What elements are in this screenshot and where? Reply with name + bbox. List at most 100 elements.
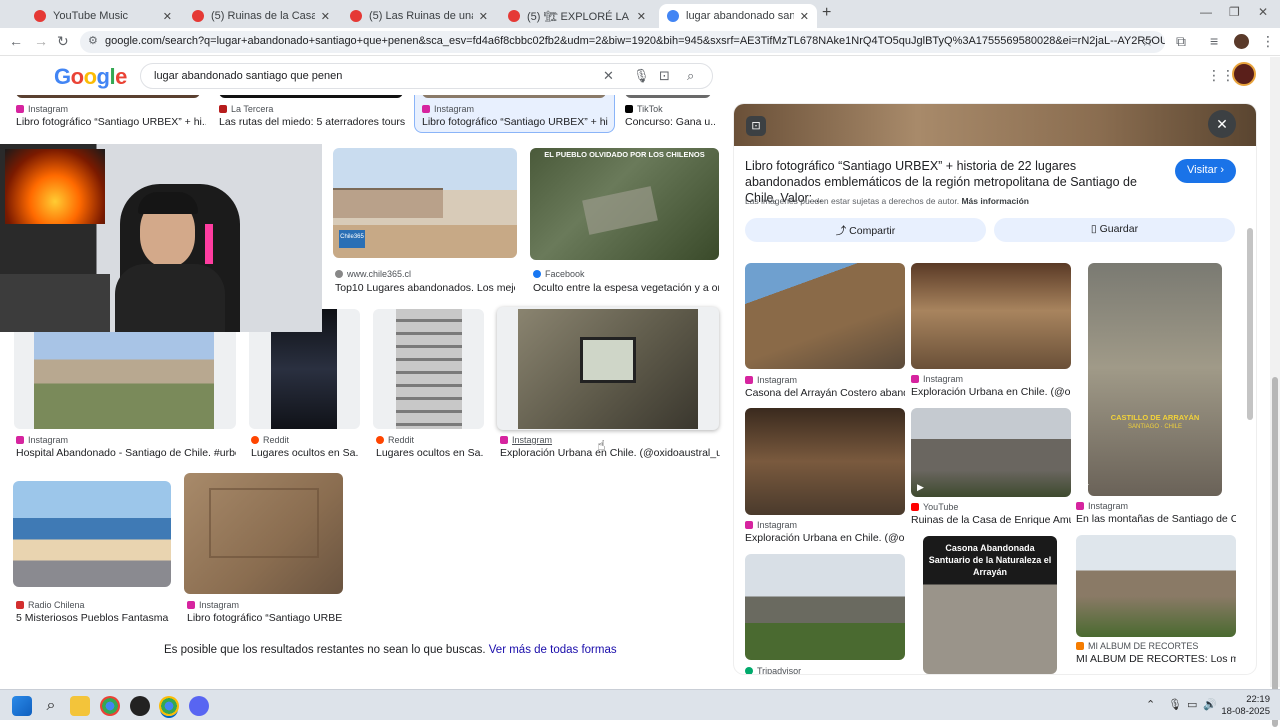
file-explorer-icon[interactable]	[70, 696, 90, 716]
result-source[interactable]: TikTok	[625, 104, 663, 114]
result-image-hovered[interactable]	[497, 307, 719, 430]
panel-scrollbar[interactable]	[1247, 228, 1253, 420]
bookmark-star-icon[interactable]: ☆	[1141, 33, 1154, 50]
google-logo[interactable]: Google	[54, 64, 127, 90]
result-caption[interactable]: Libro fotográfico “Santiago URBEX” + hi.…	[16, 116, 206, 128]
obs-icon[interactable]	[130, 696, 150, 716]
result-caption[interactable]: Exploración Urbana en Chile. (@o...	[911, 386, 1071, 398]
reload-icon[interactable]: ↻	[57, 33, 69, 50]
discord-icon[interactable]	[189, 696, 209, 716]
result-source[interactable]: Instagram	[500, 435, 552, 445]
result-source[interactable]: Instagram	[911, 374, 963, 384]
clear-icon[interactable]: ✕	[603, 68, 614, 84]
result-caption[interactable]: Las rutas del miedo: 5 aterradores tours…	[219, 116, 409, 128]
extensions-icon[interactable]: ⧉	[1176, 33, 1186, 50]
site-info-icon[interactable]: ⚙	[88, 34, 98, 47]
lens-search-icon[interactable]: ⊡	[746, 116, 766, 136]
result-source[interactable]: YouTube	[911, 502, 958, 512]
result-source[interactable]: Reddit	[251, 435, 289, 445]
result-caption[interactable]: Libro fotográfico “Santiago URBE...	[187, 612, 343, 624]
result-source[interactable]: Facebook	[533, 269, 585, 279]
result-image[interactable]	[373, 309, 484, 429]
chrome-icon[interactable]	[100, 696, 120, 716]
tab-explore-maternidad[interactable]: (5) 🏗 EXPLORÉ LA EX MATERN ✕	[500, 4, 654, 28]
windows-start-icon[interactable]	[12, 696, 32, 716]
microphone-icon[interactable]: 🎙	[633, 68, 650, 84]
page-scrollbar[interactable]	[1270, 57, 1280, 727]
related-image[interactable]	[745, 554, 905, 660]
close-icon[interactable]: ✕	[637, 10, 646, 23]
search-icon[interactable]: ⌕	[687, 68, 694, 84]
result-source[interactable]: La Tercera	[219, 104, 273, 114]
tab-google-search[interactable]: lugar abandonado santiago qu ✕	[659, 4, 817, 28]
result-source[interactable]: Instagram	[16, 104, 68, 114]
close-preview-button[interactable]: ✕	[1208, 110, 1236, 138]
result-caption[interactable]: Oculto entre la espesa vegetación y a or…	[533, 282, 719, 294]
chrome-active-icon[interactable]	[159, 696, 179, 716]
search-box[interactable]: lugar abandonado santiago que penen ✕ 🎙 …	[140, 63, 713, 89]
result-caption[interactable]: Lugares ocultos en Sa...	[376, 447, 484, 459]
tab-youtube-music[interactable]: YouTube Music ✕	[26, 4, 180, 28]
result-caption[interactable]: Ruinas de la Casa de Enrique Amu...	[911, 514, 1071, 526]
result-image[interactable]: Chile365	[333, 148, 517, 258]
related-image[interactable]	[745, 263, 905, 369]
maximize-icon[interactable]: ❐	[1229, 5, 1240, 19]
show-hidden-icons[interactable]: ⌃	[1146, 698, 1155, 711]
microphone-tray-icon[interactable]: 🎙	[1168, 698, 1182, 711]
result-caption[interactable]: Lugares ocultos en Sa...	[251, 447, 359, 459]
result-source[interactable]: Radio Chilena	[16, 600, 85, 610]
result-source[interactable]: Instagram	[422, 104, 474, 114]
result-caption[interactable]: MI ALBUM DE RECORTES: Los m...	[1076, 653, 1236, 665]
result-source[interactable]: Instagram	[745, 375, 797, 385]
tab-ruinas-iglesia[interactable]: (5) Las Ruinas de una Iglesia en ✕	[342, 4, 496, 28]
save-button[interactable]: ▯ Guardar	[994, 218, 1235, 242]
back-icon[interactable]: ←	[9, 33, 23, 49]
result-source[interactable]: Tripadvisor	[745, 666, 801, 674]
related-image[interactable]: Casona Abandonada Santuario de la Natura…	[923, 536, 1057, 674]
close-window-icon[interactable]: ✕	[1258, 5, 1268, 19]
result-caption[interactable]: En las montañas de Santiago de C...	[1076, 513, 1236, 525]
profile-avatar[interactable]	[1234, 34, 1249, 49]
close-icon[interactable]: ✕	[479, 10, 488, 23]
result-caption[interactable]: 5 Misteriosos Pueblos Fantasma ...	[16, 612, 171, 624]
more-info-link[interactable]: Más información	[961, 196, 1029, 206]
result-source[interactable]: MI ALBUM DE RECORTES	[1076, 641, 1198, 651]
address-bar[interactable]: ⚙ google.com/search?q=lugar+abandonado+s…	[80, 31, 1165, 53]
display-icon[interactable]: ▭	[1187, 698, 1197, 711]
forward-icon[interactable]: →	[34, 33, 48, 49]
related-image[interactable]	[745, 408, 905, 515]
result-source[interactable]: Instagram	[16, 435, 68, 445]
lens-icon[interactable]: ⊡	[659, 68, 670, 84]
result-caption[interactable]: Concurso: Gana u...	[625, 116, 715, 128]
close-icon[interactable]: ✕	[800, 10, 809, 23]
result-source[interactable]: Instagram	[1076, 501, 1128, 511]
google-account-avatar[interactable]	[1232, 62, 1256, 86]
system-clock[interactable]: 22:19 18-08-2025	[1212, 694, 1270, 718]
related-image[interactable]	[911, 263, 1071, 369]
see-more-link[interactable]: Ver más de todas formas	[489, 644, 617, 656]
result-caption[interactable]: Exploración Urbana en Chile. (@oxidoaust…	[500, 447, 720, 459]
tab-ruinas-casa[interactable]: (5) Ruinas de la Casa de Enriqu ✕	[184, 4, 338, 28]
result-source[interactable]: Instagram	[745, 520, 797, 530]
search-input[interactable]: lugar abandonado santiago que penen	[154, 70, 342, 82]
close-icon[interactable]: ✕	[163, 10, 172, 23]
visit-button[interactable]: Visitar ›	[1175, 159, 1236, 183]
result-image[interactable]: EL PUEBLO OLVIDADO POR LOS CHILENOS	[530, 148, 719, 260]
result-source[interactable]: Reddit	[376, 435, 414, 445]
related-video-thumbnail[interactable]: CASTILLO DE ARRAYÁN SANTIAGO · CHILE ▶	[1088, 263, 1222, 496]
related-video-thumbnail[interactable]: ▶	[911, 408, 1071, 497]
minimize-icon[interactable]: —	[1200, 5, 1212, 19]
related-image[interactable]	[1076, 535, 1236, 637]
close-icon[interactable]: ✕	[321, 10, 330, 23]
result-image[interactable]	[184, 473, 343, 594]
result-caption[interactable]: Exploración Urbana en Chile. (@o...	[745, 532, 905, 544]
result-source[interactable]: www.chile365.cl	[335, 269, 411, 279]
scrollbar-thumb[interactable]	[1272, 377, 1278, 727]
media-icon[interactable]: ≡	[1210, 33, 1218, 49]
preview-image[interactable]	[734, 104, 1256, 146]
result-image[interactable]	[13, 481, 171, 587]
result-caption[interactable]: Top10 Lugares abandonados. Los mejo...	[335, 282, 515, 294]
search-icon[interactable]: ⌕	[41, 696, 61, 716]
menu-icon[interactable]: ⋮	[1261, 33, 1275, 50]
result-source[interactable]: Instagram	[187, 600, 239, 610]
